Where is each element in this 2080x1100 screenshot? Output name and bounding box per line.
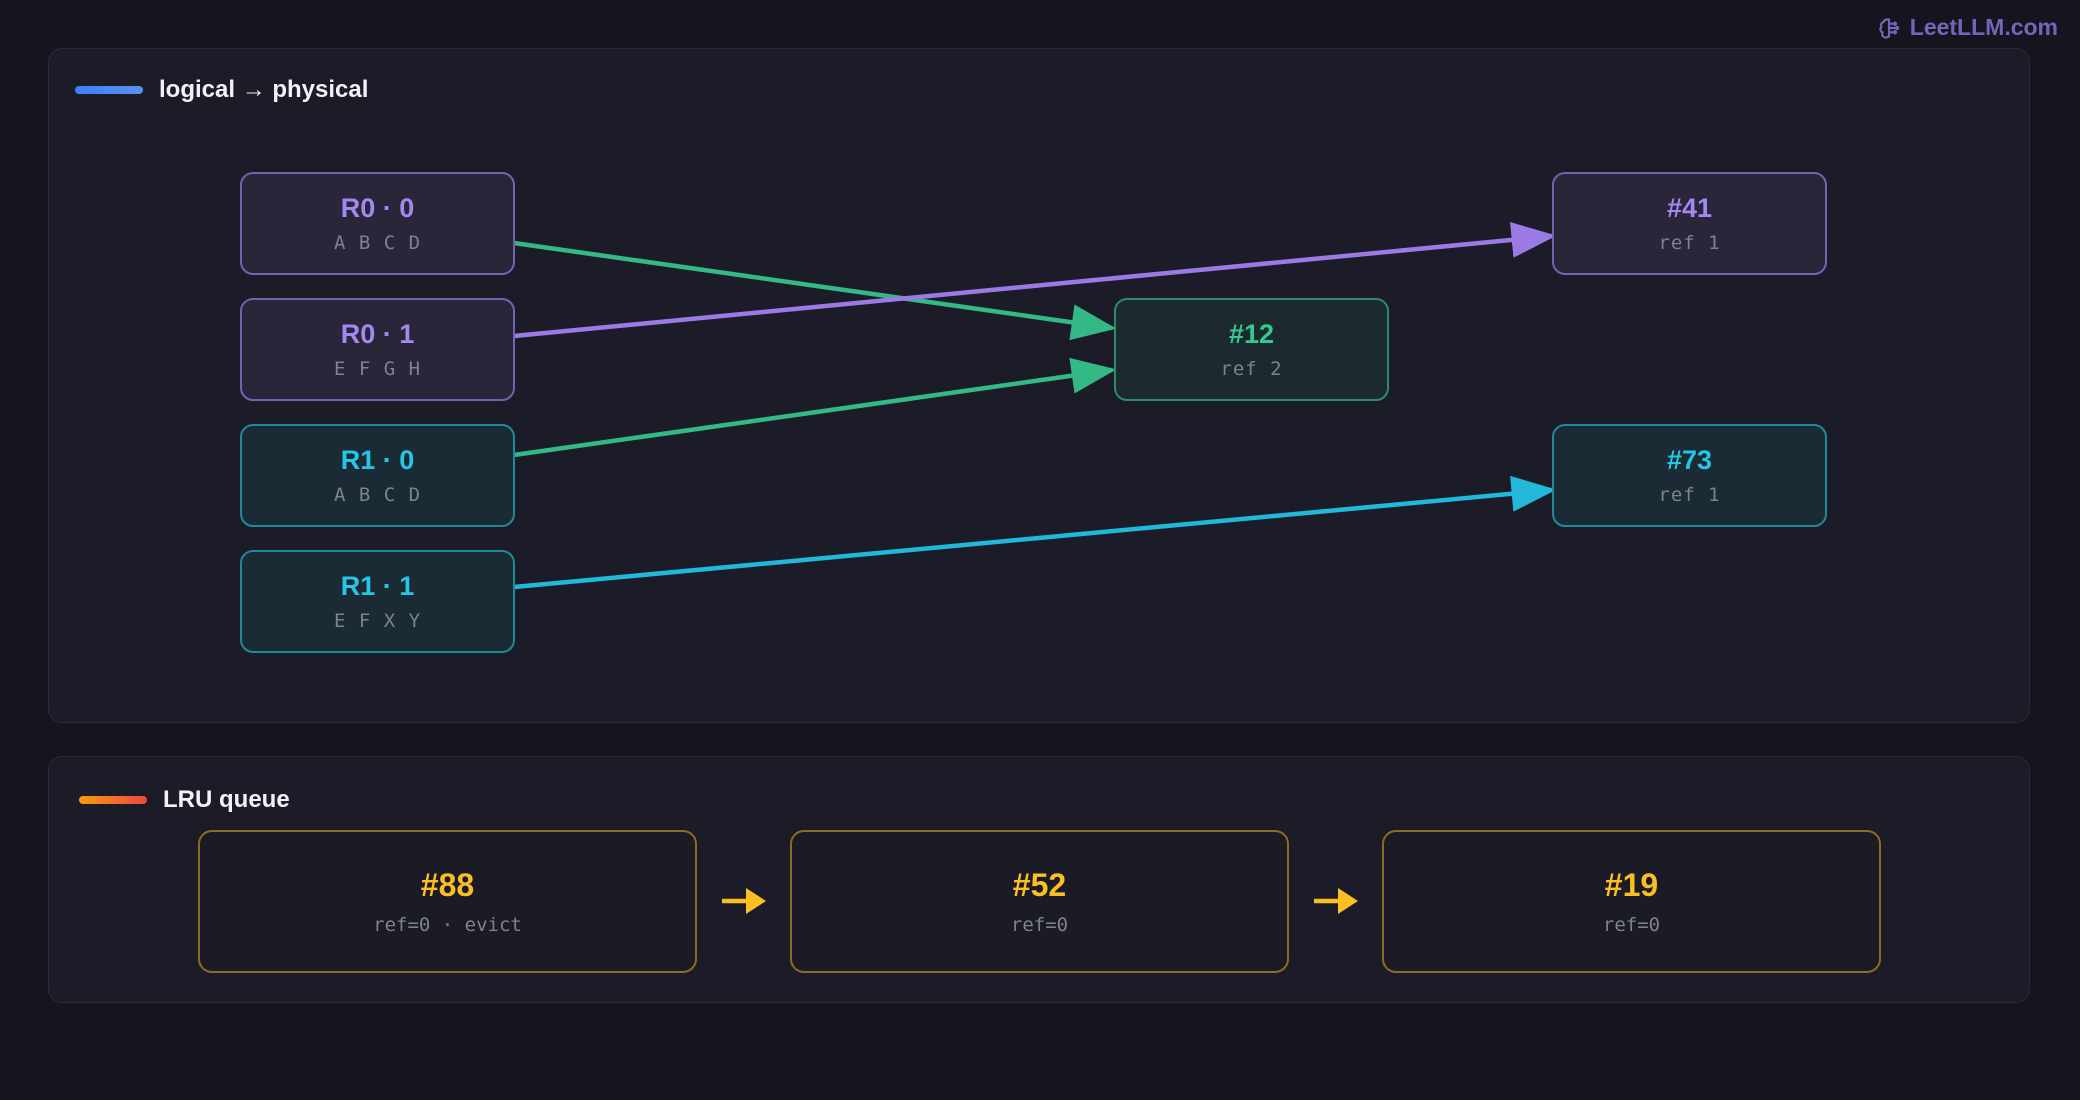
mapping-panel-header: logical → physical: [75, 76, 368, 104]
lru-panel-header: LRU queue: [79, 786, 290, 814]
block-refcount: ref 1: [1658, 232, 1721, 254]
physical-block-73[interactable]: #73 ref 1: [1552, 424, 1827, 527]
brand[interactable]: LeetLLM.com: [1876, 14, 2058, 41]
logical-block-r0-0[interactable]: R0 · 0 A B C D: [240, 172, 515, 275]
block-tokens: E F X Y: [333, 610, 422, 632]
arrow-right-icon: [722, 888, 766, 914]
block-tokens: A B C D: [333, 484, 422, 506]
lru-item-id: #52: [1012, 867, 1067, 903]
block-refcount: ref 1: [1658, 484, 1721, 506]
mapping-panel-title: logical → physical: [159, 76, 369, 103]
legend-bar-orange: [79, 796, 147, 804]
block-id: R0 · 0: [340, 193, 415, 223]
logical-block-r0-1[interactable]: R0 · 1 E F G H: [240, 298, 515, 401]
block-id: #73: [1666, 445, 1713, 475]
physical-block-12[interactable]: #12 ref 2: [1114, 298, 1389, 401]
block-refcount: ref 2: [1220, 358, 1283, 380]
block-tokens: A B C D: [333, 232, 422, 254]
lru-item-id: #88: [420, 867, 475, 903]
block-id: R1 · 1: [340, 571, 415, 601]
block-id: R0 · 1: [340, 319, 415, 349]
lru-panel-title: LRU queue: [163, 786, 290, 813]
logical-block-r1-0[interactable]: R1 · 0 A B C D: [240, 424, 515, 527]
block-id: #41: [1666, 193, 1713, 223]
lru-item-19[interactable]: #19 ref=0: [1382, 830, 1881, 973]
block-id: R1 · 0: [340, 445, 415, 475]
lru-item-52[interactable]: #52 ref=0: [790, 830, 1289, 973]
lru-item-88[interactable]: #88 ref=0 · evict: [198, 830, 697, 973]
logical-block-r1-1[interactable]: R1 · 1 E F X Y: [240, 550, 515, 653]
physical-block-41[interactable]: #41 ref 1: [1552, 172, 1827, 275]
brain-icon: [1879, 17, 1900, 39]
arrow-right-icon: [1314, 888, 1358, 914]
lru-item-status: ref=0 · evict: [373, 914, 522, 936]
lru-item-status: ref=0: [1010, 914, 1069, 936]
block-tokens: E F G H: [333, 358, 422, 380]
block-id: #12: [1228, 319, 1275, 349]
lru-item-status: ref=0: [1602, 914, 1661, 936]
brand-name: LeetLLM.com: [1909, 14, 2058, 40]
legend-bar-blue: [75, 86, 143, 94]
lru-item-id: #19: [1604, 867, 1659, 903]
